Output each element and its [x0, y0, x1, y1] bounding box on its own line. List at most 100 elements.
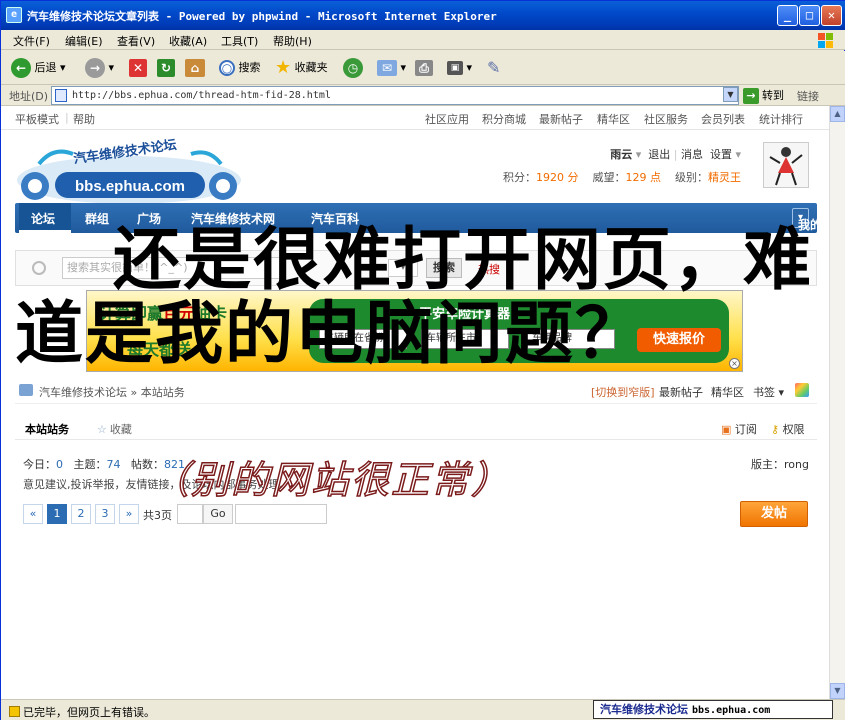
menu-tools[interactable]: 工具(T) [221, 33, 258, 49]
scroll-up-icon[interactable]: ▲ [830, 106, 845, 122]
switch-width-link[interactable]: [切换到窄版] [591, 384, 655, 400]
warning-icon [9, 706, 20, 717]
close-button[interactable]: ✕ [821, 5, 842, 26]
new-post-button[interactable]: 发帖 [740, 501, 808, 527]
menu-help[interactable]: 帮助(H) [273, 33, 312, 49]
insurance-ad-banner[interactable]: 计算即赢百元油卡 每天都送 平安车险计算器 车辆所在省份 车辆所在市 车辆品牌 … [86, 290, 743, 372]
jump-board-input[interactable] [235, 504, 327, 524]
bookmark-menu[interactable]: 书签 ▾ [753, 384, 784, 400]
ad-close-icon[interactable]: × [729, 358, 740, 369]
username[interactable]: 雨云 [610, 148, 632, 161]
mail-button[interactable]: ✉ ▾ [377, 56, 406, 80]
page-jump-input[interactable] [177, 504, 203, 524]
page-button-3[interactable]: 3 [95, 504, 115, 524]
address-url: http://bbs.ephua.com/thread-htm-fid-28.h… [72, 90, 331, 101]
favorites-button[interactable]: ★ 收藏夹 [275, 56, 328, 80]
help-link[interactable]: 帮助 [73, 111, 95, 127]
dropdown-arrow-icon: ▾ [735, 148, 741, 161]
next-page-button[interactable]: » [119, 504, 139, 524]
search-input[interactable]: 搜索其实很简单！(^_^) [62, 257, 282, 279]
top-link-members[interactable]: 会员列表 [701, 111, 745, 127]
messenger-button[interactable]: ✎ [487, 56, 500, 80]
logout-link[interactable]: 退出 [648, 148, 670, 161]
user-links: 雨云 ▾ 退出 | 消息 设置 ▾ [610, 146, 741, 162]
quick-nav-button[interactable]: 我的快捷通道 ▾ [791, 208, 829, 232]
scroll-down-icon[interactable]: ▼ [830, 683, 845, 699]
nav-square[interactable]: 广场 [137, 210, 161, 227]
nav-forum[interactable]: 论坛 [31, 210, 55, 227]
address-input[interactable]: http://bbs.ephua.com/thread-htm-fid-28.h… [51, 86, 739, 105]
quick-quote-button[interactable]: 快速报价 [637, 328, 721, 352]
top-link-mall[interactable]: 积分商城 [482, 111, 526, 127]
top-link-service[interactable]: 社区服务 [644, 111, 688, 127]
digest-link[interactable]: 精华区 [711, 384, 744, 400]
province-select[interactable]: 车辆所在省份 [319, 329, 407, 349]
forward-button[interactable]: → ▾ [85, 56, 114, 80]
level-value: 精灵王 [708, 171, 741, 184]
calc-title: 平安车险计算器 [419, 307, 511, 322]
top-link-latest[interactable]: 最新帖子 [539, 111, 583, 127]
prev-page-button[interactable]: « [23, 504, 43, 524]
messages-link[interactable]: 消息 [681, 148, 703, 161]
home-icon[interactable] [19, 384, 33, 396]
nav-repair-site[interactable]: 汽车维修技术网 [191, 210, 275, 227]
home-button[interactable]: ⌂ [185, 56, 205, 80]
ie-icon: e [6, 7, 22, 23]
stop-button[interactable]: ✕ [129, 56, 147, 80]
address-bar: 地址(D) http://bbs.ephua.com/thread-htm-fi… [1, 85, 845, 106]
back-button[interactable]: ← 后退 ▾ [11, 56, 66, 80]
minimize-button[interactable]: _ [777, 5, 798, 26]
top-link-stats[interactable]: 统计排行 [759, 111, 803, 127]
search-button[interactable]: 搜索 [426, 258, 462, 278]
prestige-value: 129 点 [625, 171, 662, 184]
standard-toolbar: ← 后退 ▾ → ▾ ✕ ↻ ⌂ ○ 搜索 ★ 收藏夹 ◷ ✉ ▾ ⎙ ▣ ▾ … [1, 51, 845, 85]
go-button[interactable]: → 转到 [743, 87, 784, 104]
nav-auto-wiki[interactable]: 汽车百科 [311, 210, 359, 227]
menu-edit[interactable]: 编辑(E) [65, 33, 103, 49]
menu-view[interactable]: 查看(V) [117, 33, 155, 49]
settings-link[interactable]: 设置 [710, 148, 732, 161]
nav-groups[interactable]: 群组 [85, 210, 109, 227]
address-dropdown-icon[interactable]: ▼ [723, 87, 738, 102]
ad-subline: 每天都送 [127, 340, 192, 359]
links-button[interactable]: 链接 [797, 88, 819, 104]
avatar[interactable] [763, 142, 809, 188]
menu-file[interactable]: 文件(F) [13, 33, 50, 49]
page-button-1[interactable]: 1 [47, 504, 67, 524]
page-button-2[interactable]: 2 [71, 504, 91, 524]
search-type-dropdown[interactable]: ▾ [388, 259, 418, 277]
refresh-button[interactable]: ↻ [157, 56, 175, 80]
search-button[interactable]: ○ 搜索 [219, 56, 261, 80]
board-stats: 今日：0 主题：74 帖数：821 [23, 458, 185, 471]
title-bar: e 汽车维修技术论坛文章列表 - Powered by phpwind - Mi… [1, 1, 845, 30]
forum-logo[interactable]: 汽车维修技术论坛 bbs.ephua.com [15, 134, 243, 206]
stop-icon: ✕ [129, 59, 147, 77]
favorite-board-button[interactable]: ☆ 收藏 [97, 421, 132, 437]
go-page-button[interactable]: Go [203, 504, 233, 524]
vertical-scrollbar[interactable]: ▲ ▼ [829, 106, 845, 699]
permission-button[interactable]: ⚷ 权限 [771, 421, 805, 437]
tablet-mode-link[interactable]: 平板模式 [15, 111, 59, 127]
city-select[interactable]: 车辆所在市 [421, 329, 509, 349]
logo-graphic: 汽车维修技术论坛 bbs.ephua.com [17, 137, 241, 204]
moderator-info[interactable]: 版主：rong [751, 456, 809, 472]
edit-button[interactable]: ▣ ▾ [447, 56, 472, 80]
menu-favorites[interactable]: 收藏(A) [169, 33, 207, 49]
print-button[interactable]: ⎙ [415, 56, 433, 80]
back-label: 后退 [34, 61, 57, 74]
search-icon: ○ [219, 60, 235, 76]
history-button[interactable]: ◷ [343, 56, 363, 80]
top-link-digest[interactable]: 精华区 [597, 111, 630, 127]
top-link-apps[interactable]: 社区应用 [425, 111, 469, 127]
favorites-label: 收藏夹 [294, 61, 328, 74]
avatar-figure-icon [769, 147, 803, 186]
bookmark-share-icon[interactable] [795, 383, 809, 397]
forum-top-strip: 平板模式 | 帮助 社区应用 积分商城 最新帖子 精华区 社区服务 会员列表 统… [1, 106, 829, 130]
maximize-button[interactable]: □ [799, 5, 820, 26]
breadcrumb-path[interactable]: 汽车维修技术论坛 » 本站站务 [39, 384, 185, 400]
subscribe-button[interactable]: ▣ 订阅 [721, 421, 757, 437]
latest-posts-link[interactable]: 最新帖子 [659, 384, 703, 400]
status-bar: 已完毕，但网页上有错误。 汽车维修技术论坛 bbs.ephua.com [1, 699, 845, 720]
brand-select[interactable]: 车辆品牌 [527, 329, 615, 349]
hot-search-label[interactable]: 热搜 [478, 261, 500, 277]
